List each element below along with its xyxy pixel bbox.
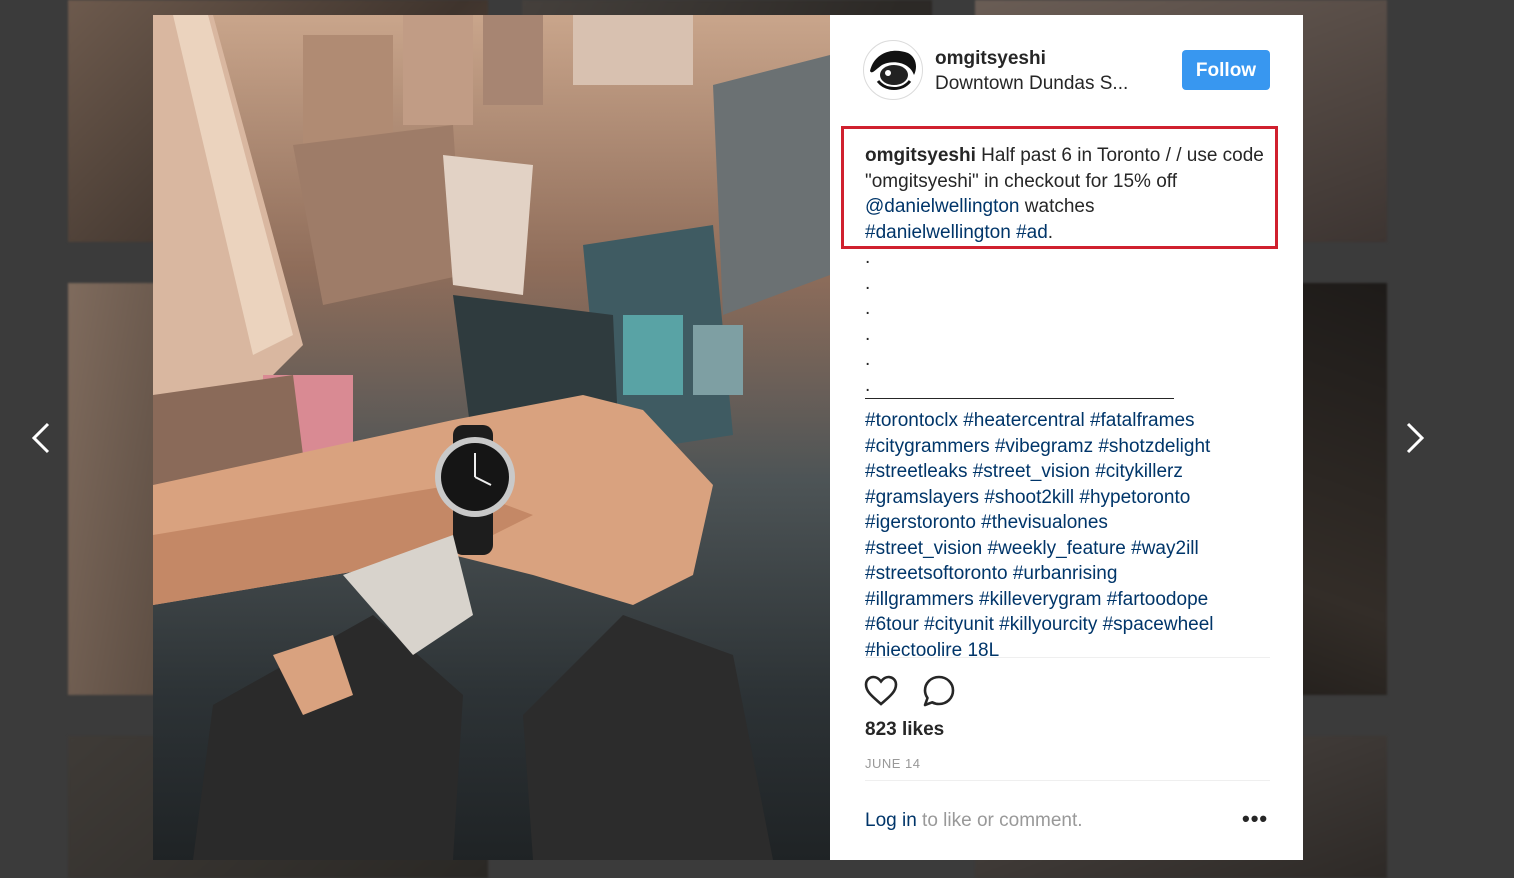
next-post-button[interactable]	[1400, 418, 1430, 458]
post-location[interactable]: Downtown Dundas S...	[935, 73, 1128, 95]
caption-dot: .	[865, 272, 871, 294]
hashtag-line[interactable]: #igerstoronto #thevisualones	[865, 510, 1270, 536]
likes-count[interactable]: 823 likes	[865, 719, 944, 741]
login-prompt: Log in to like or comment.	[865, 810, 1083, 832]
caption-dot: .	[865, 374, 871, 396]
post-header: omgitsyeshi Downtown Dundas S... Follow	[830, 15, 1303, 125]
mention-link[interactable]: @danielwellington	[865, 196, 1020, 217]
follow-button[interactable]: Follow	[1182, 50, 1270, 90]
caption-divider-line	[865, 398, 1174, 399]
avatar-illustration	[865, 42, 921, 98]
hashtag-line[interactable]: #gramslayers #shoot2kill #hypetoronto	[865, 485, 1270, 511]
chevron-left-icon	[31, 422, 50, 454]
hashtag-line[interactable]: #illgrammers #killeverygram #fartoodope	[865, 587, 1270, 613]
hashtag-line[interactable]: #6tour #cityunit #killyourcity #spacewhe…	[865, 612, 1270, 638]
post-actions	[863, 673, 975, 709]
hashtag-link[interactable]: #danielwellington	[865, 222, 1011, 243]
section-divider	[865, 780, 1270, 781]
more-options-icon[interactable]: •••	[1242, 808, 1272, 831]
hashtag-block: #torontoclx #heatercentral #fatalframes …	[865, 408, 1270, 658]
login-prompt-text: to like or comment.	[916, 810, 1083, 831]
hashtag-line[interactable]: #streetsoftoronto #urbanrising	[865, 561, 1270, 587]
caption-dot: .	[865, 323, 871, 345]
post-photo-illustration	[153, 15, 830, 860]
post-date: JUNE 14	[865, 756, 921, 771]
post-modal: omgitsyeshi Downtown Dundas S... Follow …	[153, 15, 1303, 860]
caption-dot: .	[865, 349, 871, 370]
hashtag-link[interactable]: #ad	[1016, 222, 1048, 243]
post-sidebar: omgitsyeshi Downtown Dundas S... Follow …	[830, 15, 1303, 860]
hashtag-line[interactable]: #hiectoolire 18L	[865, 638, 1270, 658]
caption-dot: .	[865, 298, 871, 319]
hashtag-line[interactable]: #street_vision #weekly_feature #way2ill	[865, 536, 1270, 562]
caption: omgitsyeshi Half past 6 in Toronto / / u…	[865, 127, 1270, 658]
caption-dot: .	[865, 247, 871, 268]
post-username[interactable]: omgitsyeshi	[935, 48, 1046, 70]
login-link[interactable]: Log in	[865, 810, 917, 831]
chevron-right-icon	[1406, 422, 1425, 454]
hashtag-line[interactable]: #torontoclx #heatercentral #fatalframes	[865, 408, 1270, 434]
post-photo[interactable]	[153, 15, 830, 860]
heart-icon[interactable]	[863, 673, 899, 709]
previous-post-button[interactable]	[26, 418, 56, 458]
caption-scroll-area[interactable]: omgitsyeshi Half past 6 in Toronto / / u…	[865, 127, 1270, 658]
caption-main: omgitsyeshi Half past 6 in Toronto / / u…	[865, 127, 1270, 245]
caption-dots: . . . . . .	[865, 245, 1270, 398]
hashtag-line[interactable]: #citygrammers #vibegramz #shotzdelight	[865, 434, 1270, 460]
caption-period: .	[1047, 221, 1054, 243]
avatar[interactable]	[863, 40, 923, 100]
caption-username[interactable]: omgitsyeshi	[865, 145, 976, 166]
comment-icon[interactable]	[921, 673, 957, 709]
hashtag-line[interactable]: #streetleaks #street_vision #citykillerz	[865, 459, 1270, 485]
caption-text-after-mention: watches	[1019, 196, 1095, 217]
